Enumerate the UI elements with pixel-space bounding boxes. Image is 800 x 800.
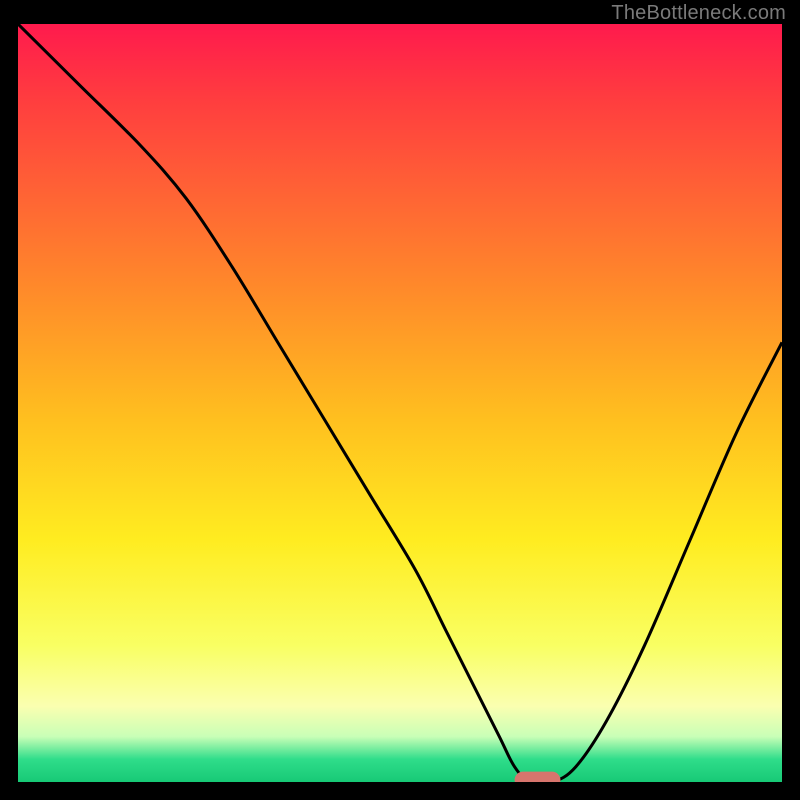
watermark-text: TheBottleneck.com	[611, 2, 786, 25]
chart-svg	[18, 24, 782, 782]
plot-area	[18, 24, 782, 782]
chart-frame: TheBottleneck.com	[0, 0, 800, 800]
optimal-marker-pill	[515, 772, 561, 782]
